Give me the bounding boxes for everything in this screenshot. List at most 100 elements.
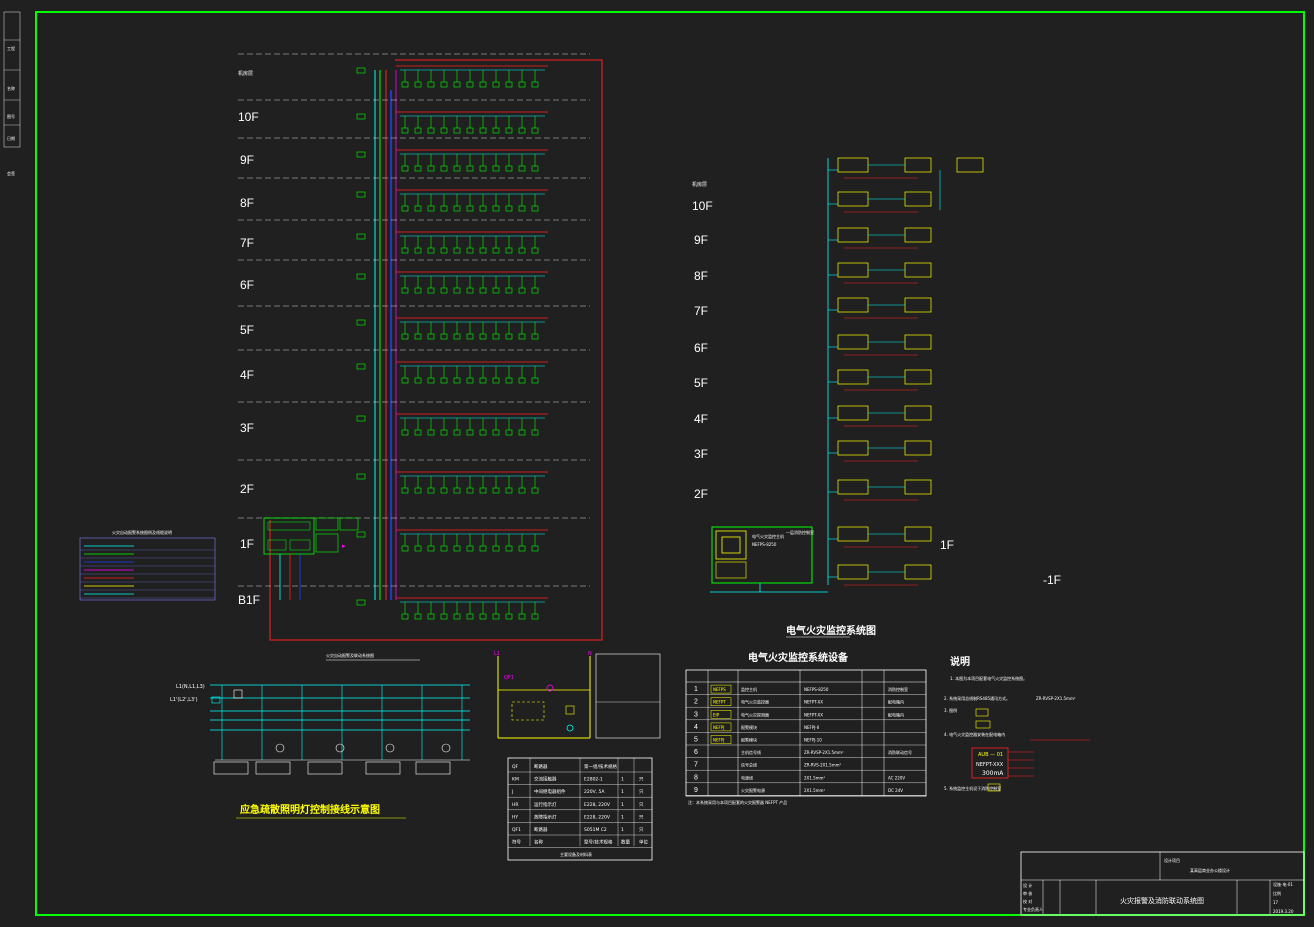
elec-row-no: 8: [694, 774, 698, 781]
fire-floor-label-7: 4F: [240, 368, 254, 382]
main-panel-label: 一层消防控制室: [786, 529, 814, 535]
title-row-1: 审 核: [1023, 890, 1032, 896]
fire-floor-label-3: 8F: [240, 196, 254, 210]
relay-cell: E228, 220V: [584, 814, 611, 820]
elec-row-no: 2: [694, 699, 698, 706]
svg-text:L1: L1: [494, 651, 500, 657]
svg-text:▸: ▸: [342, 542, 346, 550]
relay-cell: HY: [512, 814, 518, 820]
notes-item-4: 5. 系统监控主机设于消防控制室: [944, 785, 1001, 791]
relay-cell: QF1: [512, 827, 521, 833]
legend-title: 火灾自动报警系统图例及线缆说明: [112, 529, 172, 535]
svg-text:N: N: [588, 651, 592, 657]
sheet-background: [0, 0, 1314, 927]
relay-cell: 1: [621, 777, 624, 783]
relay-cell: QF: [512, 764, 519, 770]
elec-row-code: NEFPS: [713, 687, 726, 692]
elec-row-name: 监控主机: [741, 686, 757, 692]
elec-floor-label-4: 7F: [694, 304, 708, 318]
relay-cell: 故障指示灯: [534, 813, 557, 820]
title-row-3: 专业负责人: [1023, 906, 1043, 912]
elec-row-model: 2X1.5mm²: [804, 788, 825, 793]
relay-cell: E228, 220V: [584, 802, 611, 808]
relay-cell: 断路器: [534, 763, 548, 770]
relay-cell: HR: [512, 802, 519, 808]
elec-row-name: 报警模块: [741, 724, 757, 730]
strip-label-0: 工程: [7, 45, 15, 51]
emergency-title: 应急疏散照明灯控制接线示意图: [240, 803, 380, 816]
svg-text:L1(N,L1,L3): L1(N,L1,L3): [176, 684, 205, 690]
elec-row-note: DC 24V: [888, 788, 903, 793]
relay-cell: 只: [639, 827, 644, 833]
relay-cell: 中间继电器组件: [534, 788, 566, 795]
strip-label-4: 会签: [7, 170, 15, 176]
title-row-0: 设 计: [1023, 882, 1032, 888]
relay-cell: 型号/技术规格: [584, 839, 613, 846]
fire-floor-label-10: 1F: [240, 537, 254, 551]
strip-label-2: 图号: [7, 113, 15, 119]
elec-floor-label-2: 9F: [694, 233, 708, 247]
elec-row-no: 9: [694, 787, 698, 794]
notes-aub: AUB — 01: [978, 752, 1003, 758]
notes-item-1: 2. 系统采用总线制RS485通讯方式。: [944, 695, 1010, 701]
main-panel-title: 电气火灾监控主机: [752, 533, 784, 539]
elec-row-no: 5: [694, 737, 698, 744]
relay-cell: 只: [639, 814, 644, 820]
notes-item-3: 4. 电气火灾监控器安装在配电箱内: [944, 731, 1005, 737]
title-row-2: 校 对: [1023, 898, 1032, 904]
relay-cell: 数量: [621, 839, 630, 846]
elec-floor-label-0: 机房层: [692, 181, 707, 188]
relay-cell: 1: [621, 802, 624, 808]
relay-cell: 220V, 5A: [584, 789, 605, 795]
elec-table-footnote: 注：本系统采用与本项目配套的火灾报警器 NEFPT 产品: [688, 799, 787, 805]
elec-row-model: NEFPJ-II: [804, 725, 819, 730]
relay-cell: S051M C2: [584, 827, 607, 833]
elec-row-name: 主机信号线: [741, 749, 761, 755]
elec-row-no: 1: [694, 686, 698, 693]
title-scale: 比例: [1273, 890, 1281, 896]
strip-label-3: 日期: [7, 135, 15, 141]
elec-row-name: 电气火灾监控器: [741, 699, 769, 705]
elec-floor-label-3: 8F: [694, 269, 708, 283]
relay-cell: 单位: [639, 839, 648, 846]
notes-item-0: 1. 本图为本项目配套电气火灾监控系统图。: [950, 675, 1027, 681]
elec-row-model: NEFPT-XX: [804, 700, 823, 705]
elec-floor-label-1: 10F: [692, 199, 713, 213]
svg-text:L1'(L2',L3'): L1'(L2',L3'): [170, 697, 198, 703]
fire-floor-label-6: 5F: [240, 323, 254, 337]
elec-floor-label-6: 5F: [694, 376, 708, 390]
elec-row-no: 6: [694, 749, 698, 756]
elec-floor-label-8: 3F: [694, 447, 708, 461]
elec-row-code: EIP: [713, 712, 720, 717]
strip-label-1: 名称: [7, 85, 15, 91]
elec-row-note: 配电箱内: [888, 699, 904, 705]
elec-row-model: NEFPS-8250: [804, 687, 829, 692]
notes-module: NEFPT-XXX: [976, 762, 1004, 768]
relay-cell: KM: [512, 777, 519, 783]
main-panel-model: NEFPS-8250: [752, 542, 777, 547]
emergency-subtitle: 火灾自动报警及联动系统图: [326, 652, 374, 658]
title-sheet: 17: [1273, 900, 1279, 905]
elec-row-name: 电气火灾探测器: [741, 711, 769, 717]
relay-cell: 运行指示灯: [534, 801, 557, 808]
relay-cell: J: [511, 789, 513, 795]
relay-cell: 名称: [534, 839, 543, 846]
elec-row-note: 消防控制室: [888, 686, 908, 692]
elec-row-name: 报警模块: [741, 737, 757, 743]
notes-item-2: 3. 图例: [944, 707, 957, 713]
elec-row-code: NEFPJ: [713, 725, 724, 730]
relay-table-footer: 主要设备及材料表: [560, 851, 592, 857]
elec-equipment-title: 电气火灾监控系统设备: [748, 651, 849, 664]
title-project-caption: 设计项目: [1164, 857, 1180, 863]
elec-row-model: 2X1.5mm²: [804, 775, 825, 780]
title-drawing-no: 设施-电-01: [1273, 881, 1293, 887]
fire-floor-label-5: 6F: [240, 278, 254, 292]
elec-row-no: 3: [694, 711, 698, 718]
fire-floor-label-9: 2F: [240, 482, 254, 496]
elec-row-name: 信号总线: [741, 762, 757, 768]
fire-floor-label-11: B1F: [238, 593, 260, 607]
elec-floor-label-11: -1F: [1043, 573, 1061, 587]
relay-cell: 交流接触器: [534, 776, 557, 783]
notes-cable: ZR-RVSP-2X1.5mm²: [1036, 696, 1076, 701]
notes-current: 300mA: [982, 770, 1004, 777]
